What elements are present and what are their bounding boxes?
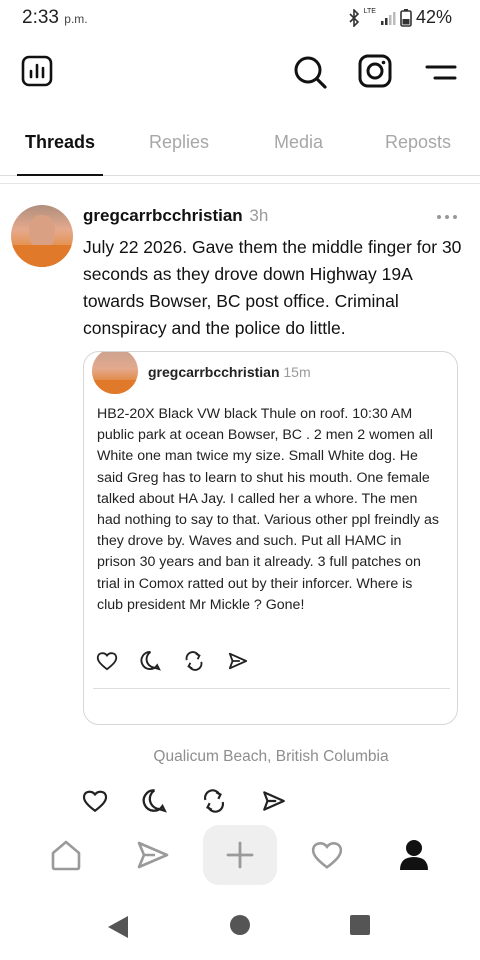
create-plus-icon[interactable] <box>203 825 277 885</box>
share-icon[interactable] <box>261 789 287 813</box>
signal-icon <box>380 11 396 25</box>
location-tag[interactable]: Qualicum Beach, British Columbia <box>0 748 480 766</box>
status-clock: 2:33 <box>22 7 59 28</box>
avatar-shirt <box>11 245 73 267</box>
activity-chart-icon[interactable] <box>20 54 54 88</box>
post-actions <box>82 788 287 813</box>
status-indicators: LTE 42% <box>348 7 452 28</box>
tab-threads[interactable]: Threads <box>25 132 95 153</box>
status-time-suffix: p.m. <box>64 12 88 26</box>
home-icon[interactable] <box>29 825 103 885</box>
quoted-author: gregcarrbcchristian 15m <box>148 364 311 380</box>
bottom-nav <box>0 825 480 887</box>
status-bar: 2:33 p.m. LTE 42% <box>0 0 480 36</box>
status-time: 2:33 p.m. <box>22 7 88 29</box>
repost-icon[interactable] <box>183 650 205 671</box>
instagram-icon[interactable] <box>358 54 392 88</box>
quoted-text: HB2-20X Black VW black Thule on roof. 10… <box>97 406 440 613</box>
quoted-avatar-shirt <box>92 380 138 394</box>
recents-icon[interactable] <box>349 914 371 936</box>
menu-icon[interactable] <box>424 62 458 84</box>
send-icon[interactable] <box>116 825 190 885</box>
comment-icon[interactable] <box>140 650 161 671</box>
quoted-post[interactable]: gregcarrbcchristian 15m HB2-20X Black VW… <box>83 351 458 725</box>
search-icon[interactable] <box>292 54 328 90</box>
quoted-avatar <box>92 352 138 394</box>
heart-icon[interactable] <box>96 651 118 671</box>
tab-reposts[interactable]: Reposts <box>385 132 451 153</box>
more-options-icon[interactable] <box>436 208 458 226</box>
quoted-divider <box>93 688 450 689</box>
tab-media[interactable]: Media <box>274 132 323 153</box>
battery-level: 42% <box>415 7 452 27</box>
network-label: LTE <box>363 8 376 15</box>
quoted-author-name: gregcarrbcchristian <box>148 364 280 380</box>
avatar-face <box>29 215 55 249</box>
battery-icon <box>400 8 412 27</box>
quoted-actions <box>96 650 249 671</box>
heart-icon[interactable] <box>290 825 364 885</box>
tab-replies[interactable]: Replies <box>149 132 209 153</box>
profile-icon[interactable] <box>377 825 451 885</box>
post-author[interactable]: gregcarrbcchristian 3h <box>83 206 268 226</box>
heart-icon[interactable] <box>82 789 108 813</box>
profile-tabs: Threads Replies Media Reposts <box>0 122 480 176</box>
active-tab-indicator <box>17 174 103 176</box>
repost-icon[interactable] <box>201 788 227 813</box>
comment-icon[interactable] <box>142 788 167 813</box>
post-author-name[interactable]: gregcarrbcchristian <box>83 206 243 225</box>
post-time: 3h <box>249 206 269 225</box>
system-nav-bar <box>0 902 480 952</box>
post-text: July 22 2026. Gave them the middle finge… <box>83 237 462 338</box>
back-icon[interactable] <box>106 914 130 940</box>
top-bar <box>0 52 480 96</box>
quoted-time: 15m <box>283 364 311 380</box>
share-icon[interactable] <box>227 651 249 671</box>
bluetooth-icon <box>349 8 359 27</box>
avatar[interactable] <box>11 205 73 267</box>
divider <box>0 183 480 184</box>
home-circle-icon[interactable] <box>229 914 251 936</box>
